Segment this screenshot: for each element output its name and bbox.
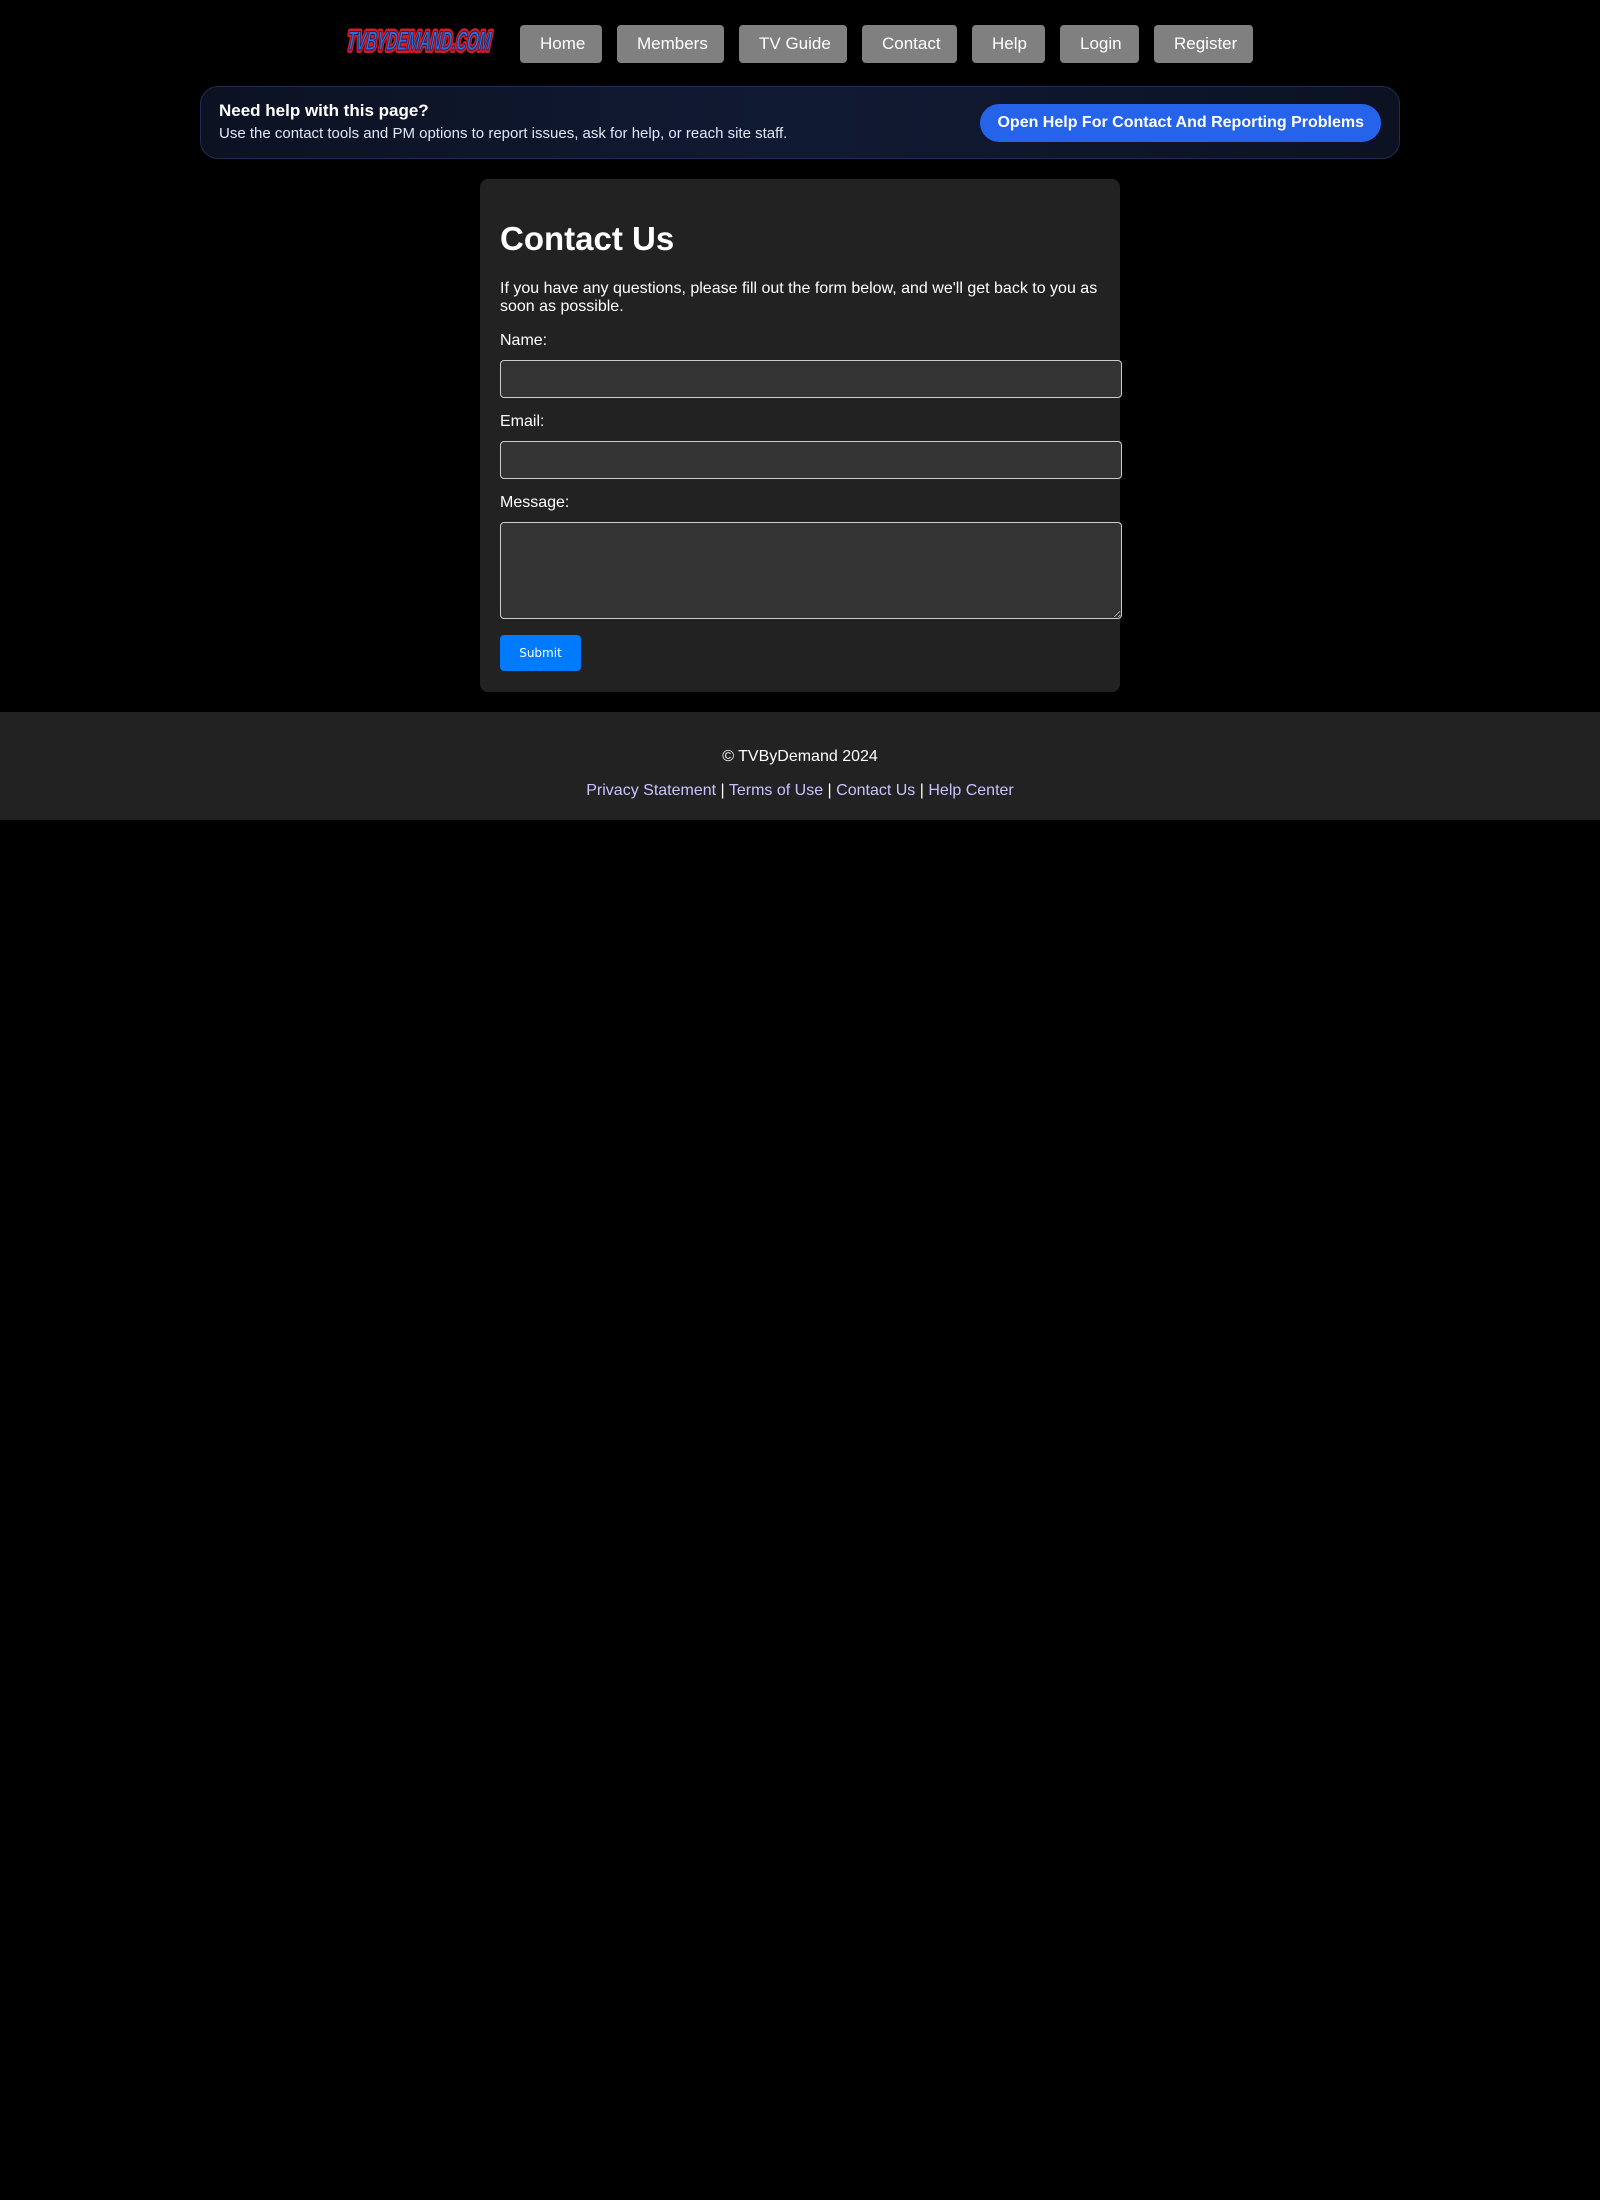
footer-separator: | (720, 782, 725, 799)
name-label: Name: (500, 332, 548, 349)
page-title: Contact Us (500, 220, 675, 257)
site-logo[interactable]: TVBYDEMAND.COM TVBYDEMAND.COM (343, 14, 495, 64)
footer-separator: | (827, 782, 832, 799)
help-banner: Need help with this page? Use the contac… (200, 86, 1400, 159)
footer-link-terms-of-use[interactable]: Terms of Use (729, 782, 823, 799)
nav-members-button[interactable]: Members (617, 25, 724, 63)
open-help-button[interactable]: Open Help For Contact And Reporting Prob… (980, 104, 1381, 142)
email-input[interactable] (500, 441, 1122, 479)
contact-intro-text: If you have any questions, please fill o… (500, 280, 1098, 315)
help-banner-title: Need help with this page? (219, 101, 429, 120)
contact-card: Contact Us If you have any questions, pl… (480, 179, 1122, 692)
nav-tv-guide-button[interactable]: TV Guide (739, 25, 847, 63)
logo-image: TVBYDEMAND.COM TVBYDEMAND.COM (343, 22, 495, 59)
footer: © TVByDemand 2024 Privacy Statement | Te… (0, 712, 1600, 820)
nav-home-button[interactable]: Home (520, 25, 602, 63)
nav-help-button[interactable]: Help (972, 25, 1045, 63)
copyright-text: © TVByDemand 2024 (722, 748, 878, 765)
nav-register-button[interactable]: Register (1154, 25, 1253, 63)
nav-contact-button[interactable]: Contact (862, 25, 957, 63)
message-textarea[interactable] (500, 522, 1122, 619)
message-label: Message: (500, 494, 570, 511)
submit-button[interactable]: Submit (500, 635, 581, 671)
footer-separator: | (919, 782, 924, 799)
svg-text:TVBYDEMAND.COM: TVBYDEMAND.COM (346, 25, 494, 56)
nav-login-button[interactable]: Login (1060, 25, 1139, 63)
email-label: Email: (500, 413, 545, 430)
name-input[interactable] (500, 360, 1122, 398)
top-navigation: TVBYDEMAND.COM TVBYDEMAND.COM Home Membe… (0, 0, 1600, 86)
footer-link-privacy-statement[interactable]: Privacy Statement (586, 782, 716, 799)
footer-links: Privacy Statement | Terms of Use | Conta… (0, 781, 1600, 801)
main-nav: Home Members TV Guide Contact Help Login… (520, 25, 1253, 63)
footer-link-contact-us[interactable]: Contact Us (836, 782, 915, 799)
footer-link-help-center[interactable]: Help Center (928, 782, 1013, 799)
help-banner-subtitle: Use the contact tools and PM options to … (219, 125, 788, 142)
